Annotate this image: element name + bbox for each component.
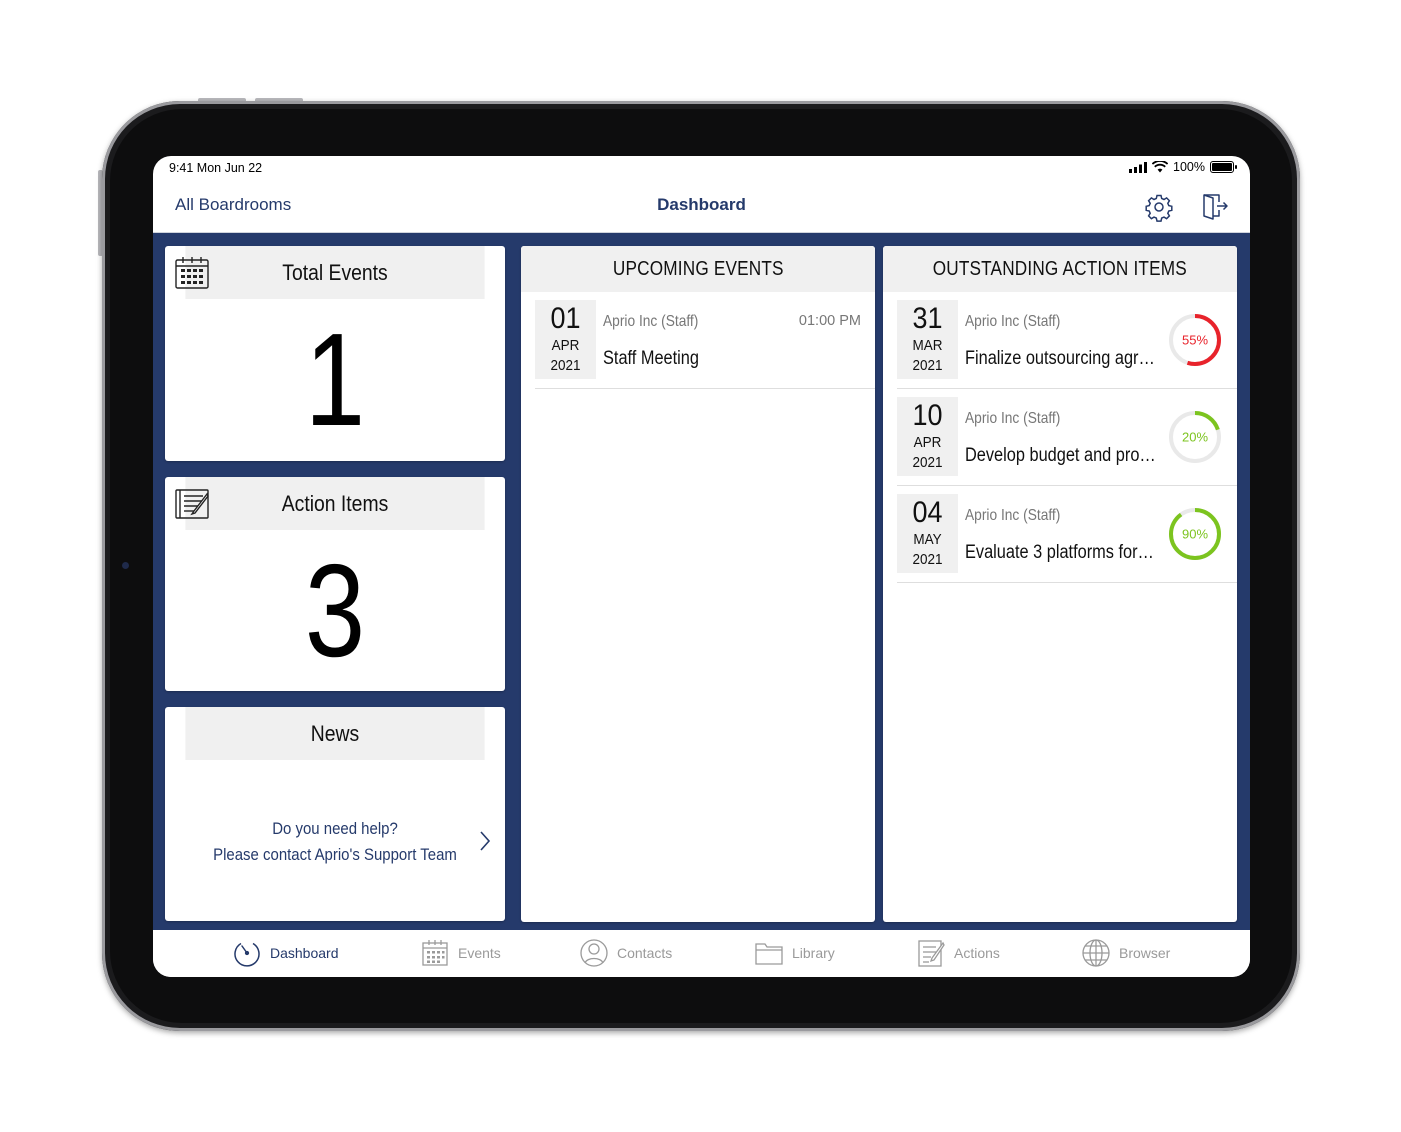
- progress-label: 20%: [1182, 430, 1208, 445]
- action-month: MAR: [912, 337, 943, 354]
- gear-icon[interactable]: [1144, 192, 1174, 222]
- event-month: APR: [551, 337, 580, 354]
- progress-label: 55%: [1182, 333, 1208, 348]
- tab-contacts-label: Contacts: [617, 945, 673, 961]
- news-title: News: [310, 721, 360, 746]
- action-year: 2021: [912, 551, 943, 568]
- progress-ring: 20%: [1169, 411, 1221, 463]
- tab-library[interactable]: Library: [754, 938, 835, 968]
- action-day: 04: [912, 496, 943, 529]
- globe-icon: [1082, 939, 1110, 967]
- upcoming-events-header: UPCOMING EVENTS: [521, 246, 875, 292]
- total-events-header: Total Events: [185, 246, 485, 299]
- event-day: 01: [550, 302, 581, 335]
- tab-browser[interactable]: Browser: [1081, 938, 1170, 968]
- news-card: News Do you need help? Please contact Ap…: [165, 707, 505, 921]
- status-bar: 9:41 Mon Jun 22 100%: [153, 156, 1250, 182]
- action-items-card[interactable]: Action Items 3: [165, 477, 505, 691]
- progress-ring: 90%: [1169, 508, 1221, 560]
- calendar-icon: [175, 257, 209, 289]
- event-organization: Aprio Inc (Staff): [603, 313, 699, 330]
- dashboard-icon: [234, 942, 260, 967]
- folder-icon: [755, 943, 783, 965]
- news-header: News: [185, 707, 485, 760]
- action-title: Finalize outsourcing agr…: [965, 348, 1155, 369]
- action-items-title: Action Items: [281, 491, 389, 516]
- navigation-bar: All Boardrooms Dashboard: [153, 182, 1250, 233]
- battery-percent: 100%: [1173, 160, 1205, 174]
- action-items-count: 3: [304, 537, 366, 684]
- event-date: 01 APR 2021: [535, 300, 596, 379]
- action-year: 2021: [912, 454, 943, 471]
- progress-ring: 55%: [1169, 314, 1221, 366]
- chevron-right-icon[interactable]: [479, 830, 491, 852]
- action-month: APR: [913, 434, 942, 451]
- action-organization: Aprio Inc (Staff): [965, 507, 1061, 524]
- support-line-1: Do you need help?: [272, 819, 398, 838]
- dashboard-content: Total Events 1 Action Items 3 News Do yo…: [153, 233, 1250, 930]
- total-events-count: 1: [304, 306, 366, 453]
- action-date: 31 MAR 2021: [897, 300, 958, 379]
- status-time: 9:41 Mon Jun 22: [169, 161, 263, 175]
- action-organization: Aprio Inc (Staff): [965, 410, 1061, 427]
- upcoming-events-panel: UPCOMING EVENTS 01 APR 2021 Aprio Inc (S…: [521, 246, 875, 922]
- tab-events-label: Events: [458, 945, 501, 961]
- action-date: 04 MAY 2021: [897, 494, 958, 573]
- action-organization: Aprio Inc (Staff): [965, 313, 1061, 330]
- event-row[interactable]: 01 APR 2021 Aprio Inc (Staff) 01:00 PM S…: [535, 292, 875, 389]
- action-row[interactable]: 31 MAR 2021 Aprio Inc (Staff) Finalize o…: [897, 292, 1237, 389]
- tab-bar: Dashboard Events Contacts Library Action…: [153, 930, 1250, 977]
- outstanding-actions-panel: OUTSTANDING ACTION ITEMS 31 MAR 2021 Apr…: [883, 246, 1237, 922]
- tab-events[interactable]: Events: [420, 938, 501, 968]
- event-time: 01:00 PM: [798, 313, 861, 329]
- support-line-2: Please contact Aprio's Support Team: [213, 845, 457, 864]
- page-title: Dashboard: [657, 195, 746, 214]
- person-icon: [580, 939, 608, 967]
- wifi-icon: [1152, 161, 1169, 173]
- event-year: 2021: [550, 357, 581, 374]
- outstanding-actions-title: OUTSTANDING ACTION ITEMS: [932, 258, 1188, 280]
- action-list-icon: [918, 940, 945, 967]
- total-events-title: Total Events: [282, 260, 388, 285]
- tab-dashboard[interactable]: Dashboard: [232, 938, 339, 968]
- action-day: 10: [912, 399, 943, 432]
- action-date: 10 APR 2021: [897, 397, 958, 476]
- action-month: MAY: [913, 531, 942, 548]
- action-items-header: Action Items: [185, 477, 485, 530]
- action-row[interactable]: 10 APR 2021 Aprio Inc (Staff) Develop bu…: [897, 389, 1237, 486]
- total-events-card[interactable]: Total Events 1: [165, 246, 505, 461]
- tab-library-label: Library: [792, 945, 835, 961]
- cellular-signal-icon: [1129, 161, 1148, 173]
- app-screen: 9:41 Mon Jun 22 100% All Boardrooms Dash…: [153, 156, 1250, 977]
- outstanding-actions-header: OUTSTANDING ACTION ITEMS: [883, 246, 1237, 292]
- calendar-icon: [422, 940, 448, 966]
- tab-dashboard-label: Dashboard: [270, 945, 339, 961]
- support-message[interactable]: Do you need help? Please contact Aprio's…: [185, 816, 484, 868]
- tab-actions[interactable]: Actions: [916, 938, 1000, 968]
- tab-contacts[interactable]: Contacts: [579, 938, 672, 968]
- action-day: 31: [912, 302, 943, 335]
- progress-label: 90%: [1182, 527, 1208, 542]
- event-title: Staff Meeting: [603, 348, 699, 369]
- battery-icon: [1210, 161, 1237, 173]
- tab-actions-label: Actions: [954, 945, 1000, 961]
- action-list-icon: [175, 489, 209, 519]
- action-row[interactable]: 04 MAY 2021 Aprio Inc (Staff) Evaluate 3…: [897, 486, 1237, 583]
- action-year: 2021: [912, 357, 943, 374]
- tab-browser-label: Browser: [1119, 945, 1171, 961]
- front-camera: [122, 562, 129, 569]
- action-title: Evaluate 3 platforms for…: [965, 542, 1154, 563]
- upcoming-events-title: UPCOMING EVENTS: [612, 258, 784, 280]
- logout-icon[interactable]: [1200, 192, 1230, 222]
- action-title: Develop budget and pro…: [965, 445, 1156, 466]
